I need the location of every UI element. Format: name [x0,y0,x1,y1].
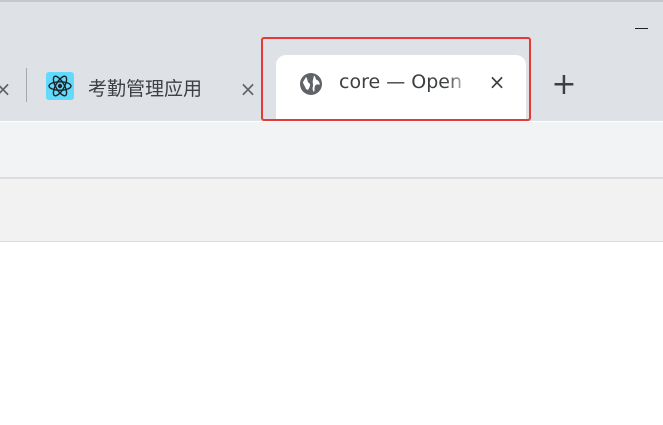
toolbar [0,121,663,178]
minimize-icon[interactable] [631,12,653,34]
close-icon[interactable]: × [486,71,508,93]
react-icon [46,72,74,100]
new-tab-button[interactable]: + [548,70,580,102]
tab-title: 考勤管理应用 [88,78,203,100]
tab-core-open[interactable]: core — Open × [276,55,526,121]
close-icon[interactable]: × [237,78,259,100]
window-titlebar [0,0,663,50]
tab-partial[interactable]: × [0,58,20,121]
globe-icon [299,72,323,96]
tab-attendance-app[interactable]: 考勤管理应用 × [26,58,264,121]
close-icon[interactable]: × [0,78,14,100]
page-content [0,242,663,425]
bookmarks-bar [0,179,663,242]
tab-title: core — Open [339,71,462,93]
